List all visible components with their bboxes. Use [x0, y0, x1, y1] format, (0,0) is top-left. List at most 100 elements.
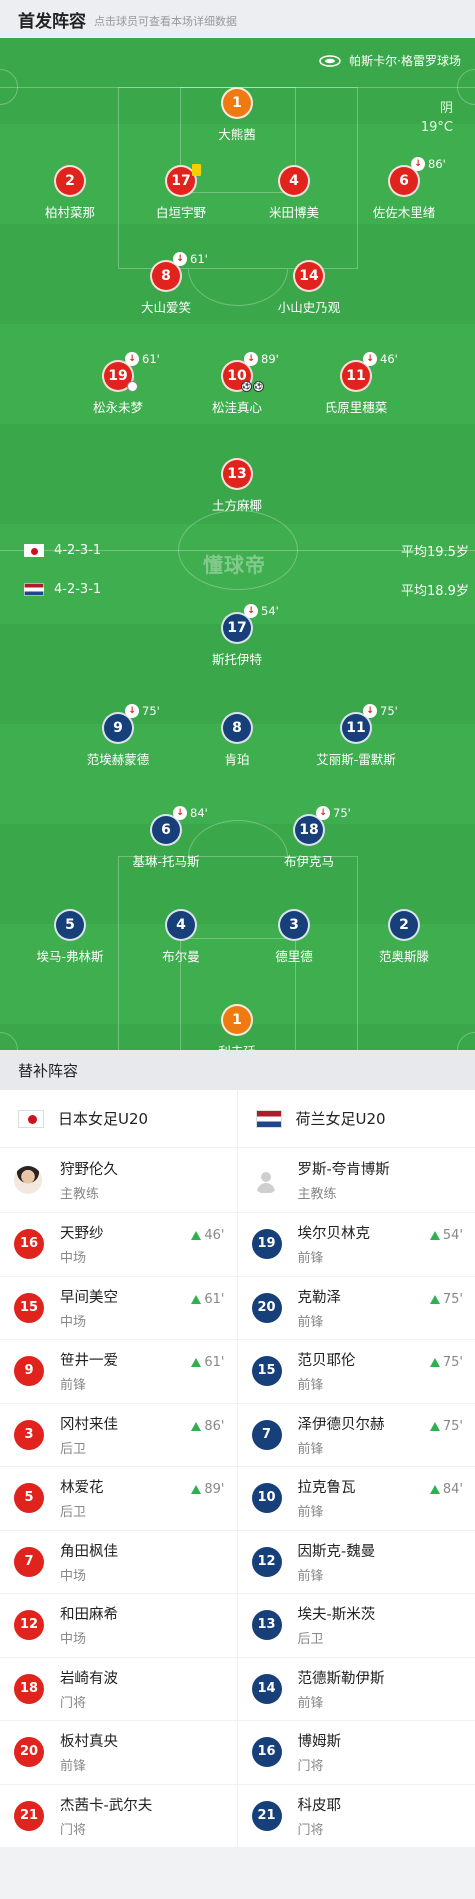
sub-off-event: ↓ 84' [173, 806, 208, 820]
sub-off-icon: ↓ [125, 352, 139, 366]
home-sub-list: 16 天野纱 中场 46' 15 早间美空 中场 61' 9 笹井一爱 前锋 61' 3 冈村来佳 后卫 86… [0, 1212, 237, 1847]
away-team-name: 荷兰女足U20 [295, 1110, 386, 1128]
sub-player-row[interactable]: 21 杰茜卡-武尔夫 门将 [0, 1783, 237, 1848]
player-away-d4[interactable]: 2 范奥斯滕 [349, 909, 459, 965]
player-name: 克勒泽 [297, 1289, 342, 1306]
sub-player-row[interactable]: 3 冈村来佳 后卫 86' [0, 1402, 237, 1467]
sub-player-row[interactable]: 9 笹井一爱 前锋 61' [0, 1339, 237, 1403]
coach-avatar-icon [14, 1166, 42, 1194]
sub-player-row[interactable]: 18 岩崎有波 门将 [0, 1656, 237, 1721]
player-position: 门将 [297, 1759, 324, 1775]
sub-player-row[interactable]: 15 范贝耶伦 前锋 75' [237, 1339, 475, 1403]
corner-arc [457, 1032, 475, 1050]
player-home-f1[interactable]: 13 土方麻椰 [182, 458, 292, 514]
player-name: 范埃赫蒙德 [86, 752, 150, 767]
player-away-a1[interactable]: 9 ↓ 75' 范埃赫蒙德 [63, 704, 173, 768]
player-name: 佐佐木里绪 [372, 205, 436, 220]
player-away-d1[interactable]: 5 埃马-弗林斯 [15, 909, 125, 965]
home-coach[interactable]: 狩野伦久 主教练 [0, 1148, 237, 1212]
goal-ball-icon: ⚽ [253, 381, 264, 392]
player-name: 板村真央 [60, 1734, 118, 1751]
sub-player-row[interactable]: 7 泽伊德贝尔赫 前锋 75' [237, 1402, 475, 1467]
home-subs-column: 日本女足U20 狩野伦久 主教练 16 天野纱 中场 46' 15 早间美空 中场 61' 9 笹… [0, 1090, 238, 1847]
player-home-d1[interactable]: 2 柏村菜那 [15, 165, 125, 221]
player-away-f1[interactable]: 17 ↓ 54' 斯托伊特 [182, 604, 292, 668]
player-name: 埃夫-斯米茨 [297, 1607, 376, 1624]
player-home-gk[interactable]: 1 大熊茜 [182, 87, 292, 143]
player-name: 松永未梦 [92, 400, 143, 415]
sub-player-row[interactable]: 14 范德斯勒伊斯 前锋 [237, 1656, 475, 1721]
player-home-a2[interactable]: 10 ↓ 89' ⚽ ⚽ 松洼真心 [182, 352, 292, 416]
player-away-a3[interactable]: 11 ↓ 75' 艾丽斯-雷默斯 [301, 704, 411, 768]
player-name: 林爱花 [60, 1480, 104, 1497]
shirt-number: 15 [251, 1356, 282, 1387]
sub-in-arrow-icon [429, 1294, 440, 1304]
player-name: 德里德 [275, 949, 313, 964]
player-home-d3[interactable]: 4 米田博美 [239, 165, 349, 221]
away-coach[interactable]: 罗斯-夸肯博斯 主教练 [238, 1148, 475, 1212]
assist-icon [127, 381, 138, 392]
home-formation: 4-2-3-1 [54, 543, 102, 558]
weather-text: 阴 [439, 101, 453, 116]
player-away-gk[interactable]: 1 利夫廷 [182, 1004, 292, 1050]
corner-arc [457, 69, 475, 105]
sub-in-arrow-icon [429, 1485, 440, 1494]
shirt-number: 13 [251, 1610, 282, 1641]
player-name: 角田枫佳 [60, 1543, 118, 1560]
coach-avatar-placeholder-icon [251, 1166, 280, 1194]
player-home-m1[interactable]: 8 ↓ 61' 大山爱笑 [111, 252, 221, 316]
player-position: 门将 [60, 1822, 87, 1838]
sub-player-row[interactable]: 20 克勒泽 前锋 75' [237, 1275, 475, 1340]
sub-player-row[interactable]: 12 和田麻希 中场 [0, 1593, 237, 1657]
player-name: 范德斯勒伊斯 [297, 1670, 385, 1687]
sub-player-row[interactable]: 12 因斯克-魏曼 前锋 [237, 1529, 475, 1594]
player-position: 前锋 [297, 1695, 324, 1711]
coach-name: 狩野伦久 [60, 1162, 118, 1178]
away-formation: 4-2-3-1 [54, 582, 102, 597]
player-position: 后卫 [297, 1632, 324, 1648]
lineup-header: 首发阵容 点击球员可查看本场详细数据 [0, 0, 475, 38]
sub-player-row[interactable]: 20 板村真央 前锋 [0, 1720, 237, 1784]
sub-in-event: 75' [429, 1355, 463, 1370]
sub-in-minute: 75' [442, 1291, 463, 1307]
player-name: 冈村来佳 [60, 1416, 118, 1433]
player-away-d3[interactable]: 3 德里德 [239, 909, 349, 965]
player-away-m2[interactable]: 18 ↓ 75' 布伊克马 [254, 806, 364, 870]
sub-player-row[interactable]: 16 博姆斯 门将 [237, 1720, 475, 1784]
player-home-a3[interactable]: 11 ↓ 46' 氏原里穗菜 [301, 352, 411, 416]
player-home-d4[interactable]: 6 ↓ 86' 佐佐木里绪 [349, 157, 459, 221]
player-position: 前锋 [297, 1568, 324, 1584]
player-name: 布伊克马 [283, 854, 334, 869]
shirt-number: 14 [293, 260, 325, 292]
sub-player-row[interactable]: 7 角田枫佳 中场 [0, 1529, 237, 1594]
subs-panel: 日本女足U20 狩野伦久 主教练 16 天野纱 中场 46' 15 早间美空 中场 61' 9 笹… [0, 1090, 475, 1847]
sub-in-minute: 84' [442, 1482, 463, 1497]
sub-player-row[interactable]: 5 林爱花 后卫 89' [0, 1466, 237, 1530]
venue: 帕斯卡尔·格雷罗球场 [319, 52, 461, 69]
player-position: 后卫 [60, 1505, 87, 1521]
player-home-d2[interactable]: 17 白垣宇野 [126, 164, 236, 221]
player-home-a1[interactable]: 19 ↓ 61' 松永未梦 [63, 352, 173, 416]
shirt-number: 20 [251, 1292, 282, 1323]
player-position: 门将 [60, 1695, 87, 1711]
sub-player-row[interactable]: 21 科皮耶 门将 [237, 1783, 475, 1848]
sub-player-row[interactable]: 19 埃尔贝林克 前锋 54' [237, 1212, 475, 1276]
sub-off-icon: ↓ [244, 604, 258, 618]
sub-in-arrow-icon [191, 1294, 202, 1304]
shirt-number: 13 [221, 458, 253, 490]
sub-off-event: ↓ 75' [363, 704, 398, 718]
player-away-d2[interactable]: 4 布尔曼 [126, 909, 236, 965]
sub-player-row[interactable]: 10 拉克鲁瓦 前锋 84' [237, 1466, 475, 1530]
player-away-a2[interactable]: 8 肯珀 [182, 712, 292, 768]
sub-in-arrow-icon [429, 1358, 440, 1367]
shirt-number: 1 [221, 1004, 253, 1036]
sub-player-row[interactable]: 13 埃夫-斯米茨 后卫 [237, 1593, 475, 1657]
sub-player-row[interactable]: 16 天野纱 中场 46' [0, 1212, 237, 1276]
player-name: 埃尔贝林克 [297, 1226, 371, 1243]
away-subs-column: 荷兰女足U20 罗斯-夸肯博斯 主教练 19 埃尔贝林克 前锋 54' 20 克勒泽前锋 7… [237, 1090, 475, 1848]
away-avg-age: 平均18.9岁 [401, 584, 469, 599]
sub-off-icon: ↓ [363, 352, 377, 366]
sub-player-row[interactable]: 15 早间美空 中场 61' [0, 1275, 237, 1340]
player-home-m2[interactable]: 14 小山史乃观 [254, 260, 364, 316]
player-away-m1[interactable]: 6 ↓ 84' 基琳-托马斯 [111, 806, 221, 870]
